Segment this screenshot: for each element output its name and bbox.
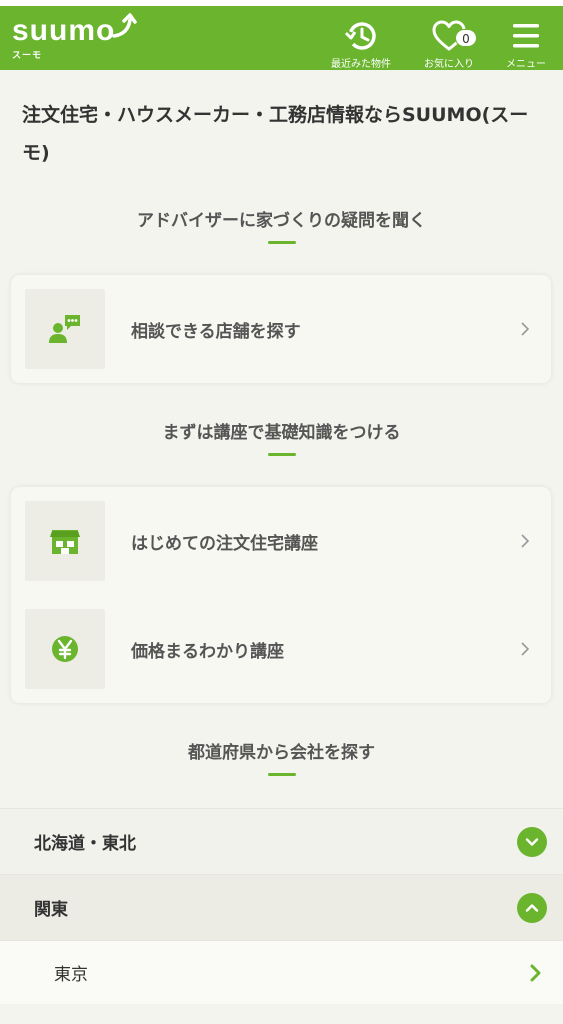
chevron-right-icon (521, 322, 530, 336)
prefecture-tokyo-link[interactable]: 東京 (0, 940, 563, 1004)
logo-subtext: スーモ (12, 50, 43, 61)
prefecture-label: 東京 (54, 965, 88, 985)
menu-label: メニュー (506, 59, 546, 70)
price-course-label: 価格まるわかり講座 (131, 641, 284, 662)
suumo-logo[interactable]: suumo スーモ (12, 12, 137, 61)
area-label: 北海道・東北 (34, 834, 136, 854)
icon-box (25, 501, 105, 581)
menu-button[interactable]: メニュー (501, 19, 551, 70)
house-icon (50, 530, 80, 554)
course-section-title: まずは講座で基礎知識をつける (0, 418, 563, 456)
beginner-course-label: はじめての注文住宅講座 (131, 533, 318, 554)
logo-arrow-icon (112, 12, 137, 38)
area-kanto[interactable]: 関東 (0, 874, 563, 940)
region-section-title: 都道府県から会社を探す (0, 738, 563, 776)
consultation-icon (49, 315, 80, 343)
region-accordion: 北海道・東北 関東 東京 (0, 808, 563, 1004)
yen-icon (52, 636, 78, 662)
advisor-section-heading: アドバイザーに家づくりの疑問を聞く (137, 211, 426, 231)
site-header: suumo スーモ 最近みた物件 0 お気に入り メニュー (0, 6, 563, 70)
advisor-section-title: アドバイザーに家づくりの疑問を聞く (0, 206, 563, 244)
favorites-button[interactable]: 0 お気に入り (413, 19, 485, 70)
section-underline (267, 453, 296, 456)
favorites-label: お気に入り (424, 59, 474, 70)
course-card: はじめての注文住宅講座 価格まるわかり講座 (10, 486, 552, 704)
hamburger-icon (513, 24, 539, 48)
icon-box (25, 289, 105, 369)
beginner-course-link[interactable]: はじめての注文住宅講座 (11, 487, 551, 595)
chevron-right-icon (521, 642, 530, 656)
price-course-link[interactable]: 価格まるわかり講座 (11, 595, 551, 703)
logo-text: suumo (12, 13, 116, 47)
region-section-heading: 都道府県から会社を探す (188, 743, 375, 763)
find-store-label: 相談できる店舗を探す (131, 321, 301, 342)
history-label: 最近みた物件 (331, 59, 391, 70)
favorites-count-badge: 0 (455, 29, 477, 47)
expand-button[interactable] (517, 826, 547, 857)
advisor-card: 相談できる店舗を探す (10, 274, 552, 384)
chevron-up-icon (525, 903, 539, 912)
chevron-down-icon (525, 837, 539, 846)
area-hokkaido-tohoku[interactable]: 北海道・東北 (0, 808, 563, 874)
find-store-link[interactable]: 相談できる店舗を探す (11, 275, 551, 383)
section-underline (267, 241, 296, 244)
chevron-right-icon (530, 964, 541, 981)
icon-box (25, 609, 105, 689)
area-label: 関東 (34, 900, 68, 920)
chevron-right-icon (521, 534, 530, 548)
collapse-button[interactable] (517, 892, 547, 923)
page-title: 注文住宅・ハウスメーカー・工務店情報ならSUUMO(スーモ) (22, 104, 529, 164)
history-icon (344, 22, 376, 50)
section-underline (267, 773, 296, 776)
course-section-heading: まずは講座で基礎知識をつける (162, 423, 401, 443)
history-button[interactable]: 最近みた物件 (325, 19, 397, 70)
